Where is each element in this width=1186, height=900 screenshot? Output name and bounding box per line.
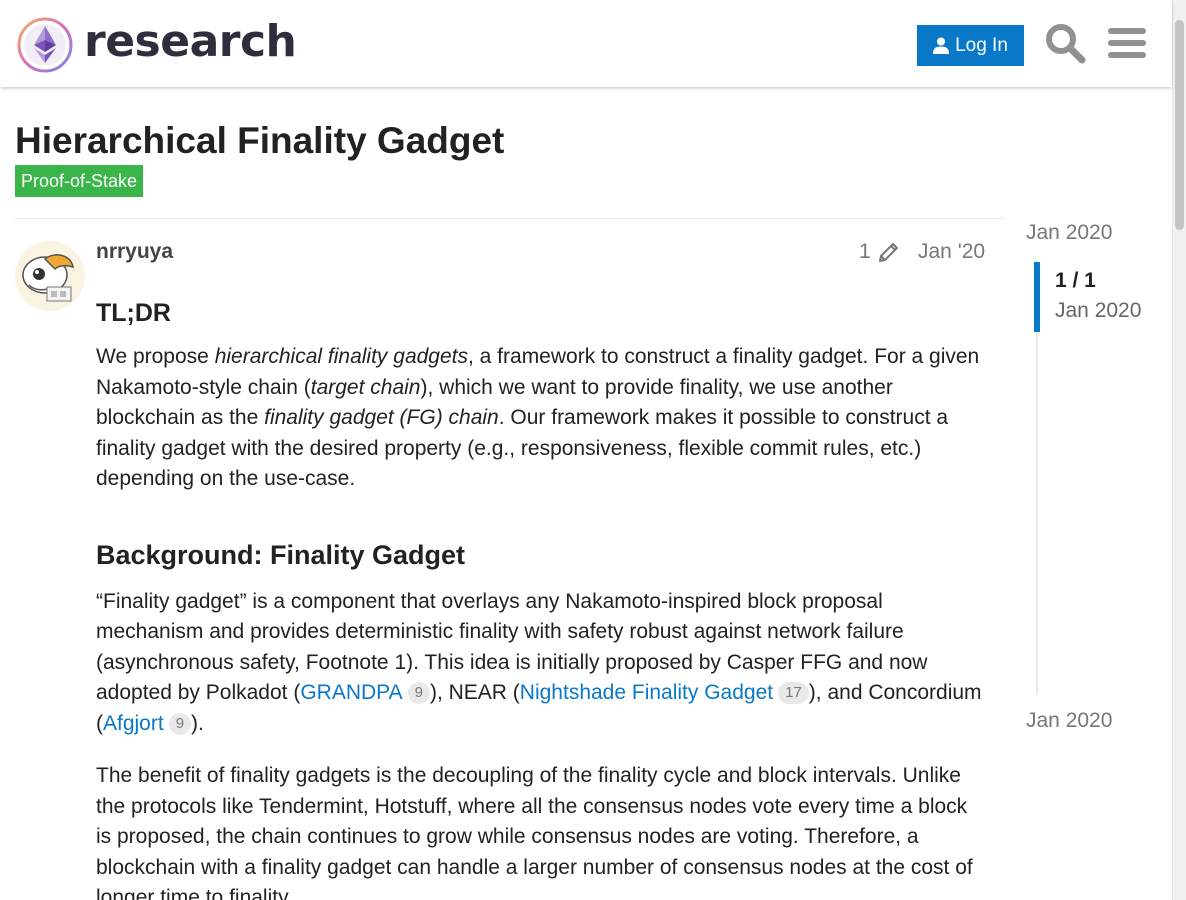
timeline-position: 1 / 1 — [1055, 269, 1096, 292]
search-icon[interactable] — [1044, 22, 1086, 64]
timeline-position-date: Jan 2020 — [1055, 299, 1142, 322]
link-click-count: 9 — [407, 682, 430, 704]
tldr-heading: TL;DR — [96, 299, 171, 327]
background-paragraph: “Finality gadget” is a component that ov… — [96, 587, 986, 740]
user-icon — [933, 37, 950, 54]
user-avatar[interactable] — [15, 241, 85, 311]
link-click-count: 9 — [168, 712, 192, 735]
background-text: ), NEAR ( — [429, 681, 520, 704]
scrollbar-thumb[interactable] — [1175, 20, 1184, 230]
nightshade-link[interactable]: Nightshade Finality Gadget — [520, 681, 773, 704]
tldr-paragraph: We propose hierarchical finality gadgets… — [96, 342, 986, 495]
timeline-start-date[interactable]: Jan 2020 — [1026, 221, 1112, 245]
tldr-text: We propose — [96, 345, 215, 368]
ethereum-logo-icon — [17, 17, 73, 73]
post-date[interactable]: Jan '20 — [918, 240, 985, 264]
background-text: ). — [191, 711, 204, 735]
post-content: TL;DR We propose hierarchical finality g… — [96, 290, 986, 900]
login-button[interactable]: Log In — [917, 25, 1024, 66]
site-logo[interactable]: research — [16, 16, 297, 74]
timeline-end-date[interactable]: Jan 2020 — [1026, 709, 1112, 733]
tldr-emphasis: finality gadget (FG) chain — [264, 406, 499, 429]
title-divider — [15, 218, 1004, 219]
login-label: Log In — [955, 34, 1008, 56]
topic-title[interactable]: Hierarchical Finality Gadget — [15, 120, 504, 162]
grandpa-link[interactable]: GRANDPA — [300, 681, 402, 704]
afgjort-link[interactable]: Afgjort — [103, 712, 164, 735]
edit-count: 1 — [859, 240, 871, 263]
tldr-emphasis: target chain — [310, 375, 421, 399]
site-header: research Log In — [0, 0, 1172, 87]
site-name: research — [84, 16, 297, 67]
edit-history[interactable]: 1 — [859, 240, 901, 264]
hamburger-menu-icon[interactable] — [1106, 22, 1148, 64]
timeline-handle[interactable] — [1034, 262, 1040, 332]
avatar-image-icon — [15, 241, 85, 311]
category-badge[interactable]: Proof-of-Stake — [15, 165, 144, 197]
pencil-icon — [878, 243, 898, 262]
link-click-count: 17 — [778, 682, 809, 704]
page-scrollbar[interactable] — [1172, 0, 1186, 900]
tldr-emphasis: hierarchical finality gadgets — [214, 345, 468, 368]
benefit-paragraph: The benefit of finality gadgets is the d… — [96, 764, 973, 900]
post-username[interactable]: nrryuya — [96, 240, 173, 264]
background-heading: Background: Finality Gadget — [96, 539, 466, 570]
